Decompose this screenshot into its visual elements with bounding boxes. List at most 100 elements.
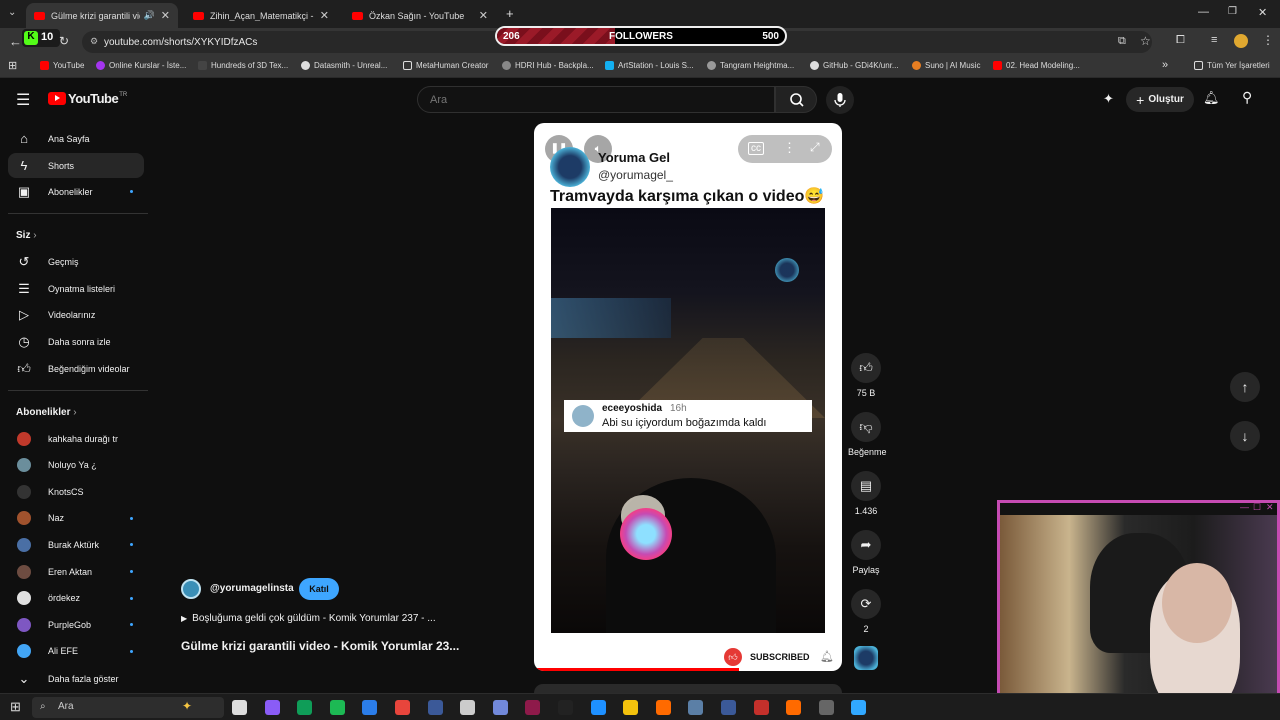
taskbar-spotify-icon[interactable] (329, 700, 345, 715)
cast-icon[interactable]: ⧉ (1118, 35, 1126, 48)
bookmark-datasmith[interactable]: Datasmith - Unreal... (301, 61, 387, 70)
minimize-window-icon[interactable]: — (1198, 6, 1209, 18)
tab-close-icon[interactable]: ✕ (320, 9, 329, 22)
apps-grid-icon[interactable]: ⊞ (8, 59, 17, 72)
channel-avatar[interactable] (181, 579, 201, 599)
taskbar-blender-icon[interactable] (655, 700, 671, 715)
create-button[interactable]: + Oluştur (1126, 87, 1194, 112)
join-button[interactable]: Katıl (299, 578, 339, 600)
sidebar-subscription-item[interactable]: Burak Aktürk (8, 532, 144, 557)
tab-ozkan-sagin[interactable]: Özkan Sağın - YouTube ✕ (344, 3, 496, 28)
bookmark-suno[interactable]: Suno | AI Music (912, 61, 980, 70)
windows-start-icon[interactable]: ⊞ (10, 699, 21, 715)
taskbar-app-icon[interactable] (688, 700, 704, 715)
taskbar-discord-icon[interactable] (492, 700, 508, 715)
close-window-icon[interactable]: ✕ (1258, 6, 1267, 19)
tab-close-icon[interactable]: ✕ (161, 9, 170, 22)
video-progress-bar[interactable] (534, 668, 739, 671)
sidebar-item-watch-later[interactable]: ◷ Daha sonra izle (8, 329, 144, 354)
site-info-icon[interactable]: ⚙ (90, 36, 98, 47)
taskbar-steam-icon[interactable] (427, 700, 443, 715)
sidebar-subscription-item[interactable]: Naz (8, 506, 144, 531)
taskbar-search[interactable]: ⌕ Ara ✦ (32, 697, 224, 718)
sidebar-item-playlists[interactable]: ☰ Oynatma listeleri (8, 276, 144, 301)
share-icon[interactable]: ➦ (851, 530, 881, 560)
bookmark-metahuman[interactable]: MetaHuman Creator (403, 61, 488, 70)
dislike-action[interactable]: 👎︎ Beğenme (848, 412, 887, 457)
restore-window-icon[interactable]: ❐ (1228, 6, 1237, 17)
taskbar-steam-icon[interactable] (721, 700, 736, 715)
bookmark-star-icon[interactable]: ☆ (1140, 34, 1151, 48)
taskbar-file-explorer-icon[interactable] (623, 700, 639, 715)
more-bookmarks-icon[interactable]: » (1162, 59, 1168, 71)
remix-icon[interactable]: ⟳ (851, 589, 881, 619)
bookmark-artstation[interactable]: ArtStation - Louis S... (605, 61, 694, 70)
reload-icon[interactable]: ↻ (59, 34, 69, 48)
shorts-player[interactable]: ❚❚ 🔈︎ cc ⋮ ⤢ Yoruma Gel @yorumagel_ Tram… (534, 123, 842, 671)
taskbar-app-icon[interactable] (525, 700, 541, 715)
extensions-icon[interactable]: ⧠ (1176, 34, 1185, 47)
sidebar-item-shorts[interactable]: ϟ Shorts (8, 153, 144, 178)
like-action[interactable]: 👍︎ 75 B (848, 353, 884, 398)
sidebar-subscription-item[interactable]: Eren Aktan (8, 559, 144, 584)
share-action[interactable]: ➦ Paylaş (848, 530, 884, 575)
bookmark-head-modeling[interactable]: 02. Head Modeling... (993, 61, 1080, 70)
sound-thumbnail[interactable] (854, 646, 878, 670)
notifications-bell-icon[interactable]: 🔔︎ (1203, 90, 1220, 106)
comment-icon[interactable]: ▤ (851, 471, 881, 501)
like-icon[interactable]: 👍︎ (851, 353, 881, 383)
tab-search-icon[interactable]: ⌄ (8, 7, 16, 18)
tab-zihin-acan[interactable]: Zihin_Açan_Matematikçi - YouT ✕ (185, 3, 337, 28)
search-input[interactable] (417, 86, 775, 113)
sidebar-item-liked-videos[interactable]: 👍︎ Beğendiğim videolar (8, 356, 144, 381)
sidebar-subscription-item[interactable]: Noluyo Ya ¿ (8, 453, 144, 478)
sidebar-subscription-item[interactable]: ördekez (8, 586, 144, 611)
reading-list-icon[interactable]: ≡ (1211, 34, 1217, 46)
bookmark-3d-textures[interactable]: Hundreds of 3D Tex... (198, 61, 288, 70)
sidebar-subscription-item[interactable]: PurpleGob (8, 612, 144, 637)
taskbar-task-view-icon[interactable] (232, 700, 247, 715)
previous-short-button[interactable]: ↑ (1230, 372, 1260, 402)
youtube-logo[interactable]: YouTube TR (48, 91, 127, 106)
back-arrow-icon[interactable]: ← (9, 34, 22, 49)
taskbar-app-icon[interactable] (590, 700, 606, 715)
taskbar-copilot-icon[interactable] (264, 700, 280, 715)
tab-gulme-krizi[interactable]: Gülme krizi garantili video 🔊 ✕ (26, 3, 178, 28)
tab-close-icon[interactable]: ✕ (479, 9, 488, 22)
voice-search-button[interactable] (826, 86, 854, 114)
sidebar-item-home[interactable]: ⌂ Ana Sayfa (8, 126, 144, 151)
all-bookmarks-folder[interactable]: Tüm Yer İşaretleri (1194, 61, 1270, 70)
playlist-link[interactable]: ▶ Boşluğuma geldi çok güldüm - Komik Yor… (181, 613, 436, 624)
subscriptions-section-header[interactable]: Abonelikler › (16, 407, 77, 418)
sidebar-item-your-videos[interactable]: ▷ Videolarınız (8, 302, 144, 327)
next-short-button[interactable]: ↓ (1230, 421, 1260, 451)
sidebar-item-history[interactable]: ↺ Geçmiş (8, 249, 144, 274)
bookmark-hdri-hub[interactable]: HDRI Hub - Backpla... (502, 61, 594, 70)
taskbar-unity-icon[interactable] (460, 700, 476, 715)
sidebar-subscription-item[interactable]: Ali EFE (8, 639, 144, 664)
next-short-preview[interactable] (534, 684, 842, 693)
sidebar-item-subscriptions[interactable]: ▣ Abonelikler (8, 179, 144, 204)
new-tab-button[interactable]: + (506, 6, 514, 21)
sidebar-subscription-item[interactable]: KnotsCS (8, 479, 144, 504)
tab-audio-icon[interactable]: 🔊 (144, 10, 155, 21)
taskbar-chrome-icon[interactable] (395, 700, 410, 715)
channel-handle[interactable]: @yorumagelinsta (210, 583, 294, 594)
browser-menu-icon[interactable]: ⋮ (1262, 33, 1274, 47)
taskbar-edge-icon[interactable] (297, 700, 313, 715)
captions-icon[interactable]: cc (748, 142, 764, 155)
bookmark-online-kurslar[interactable]: Online Kurslar - İste... (96, 61, 186, 70)
taskbar-store-icon[interactable] (362, 700, 378, 715)
taskbar-blender-icon[interactable] (786, 700, 802, 715)
you-section-header[interactable]: Siz › (16, 230, 37, 241)
bookmark-youtube[interactable]: YouTube (40, 61, 84, 70)
account-avatar-icon[interactable]: ⚲ (1242, 89, 1252, 106)
bookmark-github[interactable]: GitHub - GDi4K/unr... (810, 61, 899, 70)
taskbar-obs-icon[interactable] (818, 700, 834, 715)
sidebar-subscription-item[interactable]: kahkaha durağı tr (8, 426, 144, 451)
search-button[interactable] (775, 86, 817, 113)
more-options-icon[interactable]: ⋮ (783, 140, 796, 156)
taskbar-app-icon[interactable] (753, 700, 769, 715)
dislike-icon[interactable]: 👎︎ (851, 412, 881, 442)
profile-avatar[interactable] (1234, 34, 1248, 48)
